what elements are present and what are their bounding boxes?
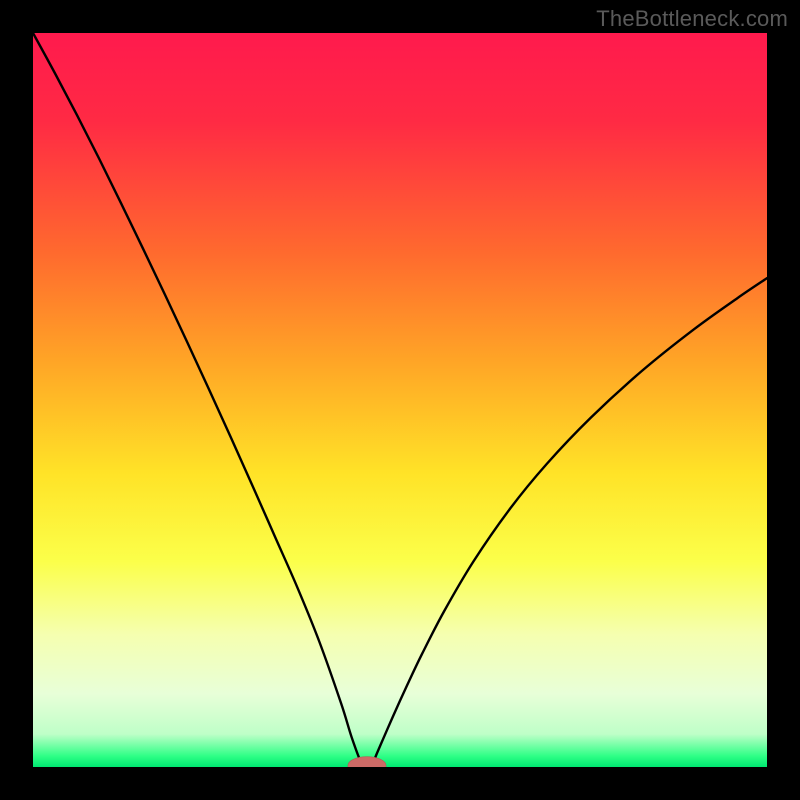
plot-area xyxy=(33,33,767,767)
chart-frame: TheBottleneck.com xyxy=(0,0,800,800)
watermark-text: TheBottleneck.com xyxy=(596,6,788,32)
bottleneck-chart xyxy=(33,33,767,767)
gradient-background xyxy=(33,33,767,767)
